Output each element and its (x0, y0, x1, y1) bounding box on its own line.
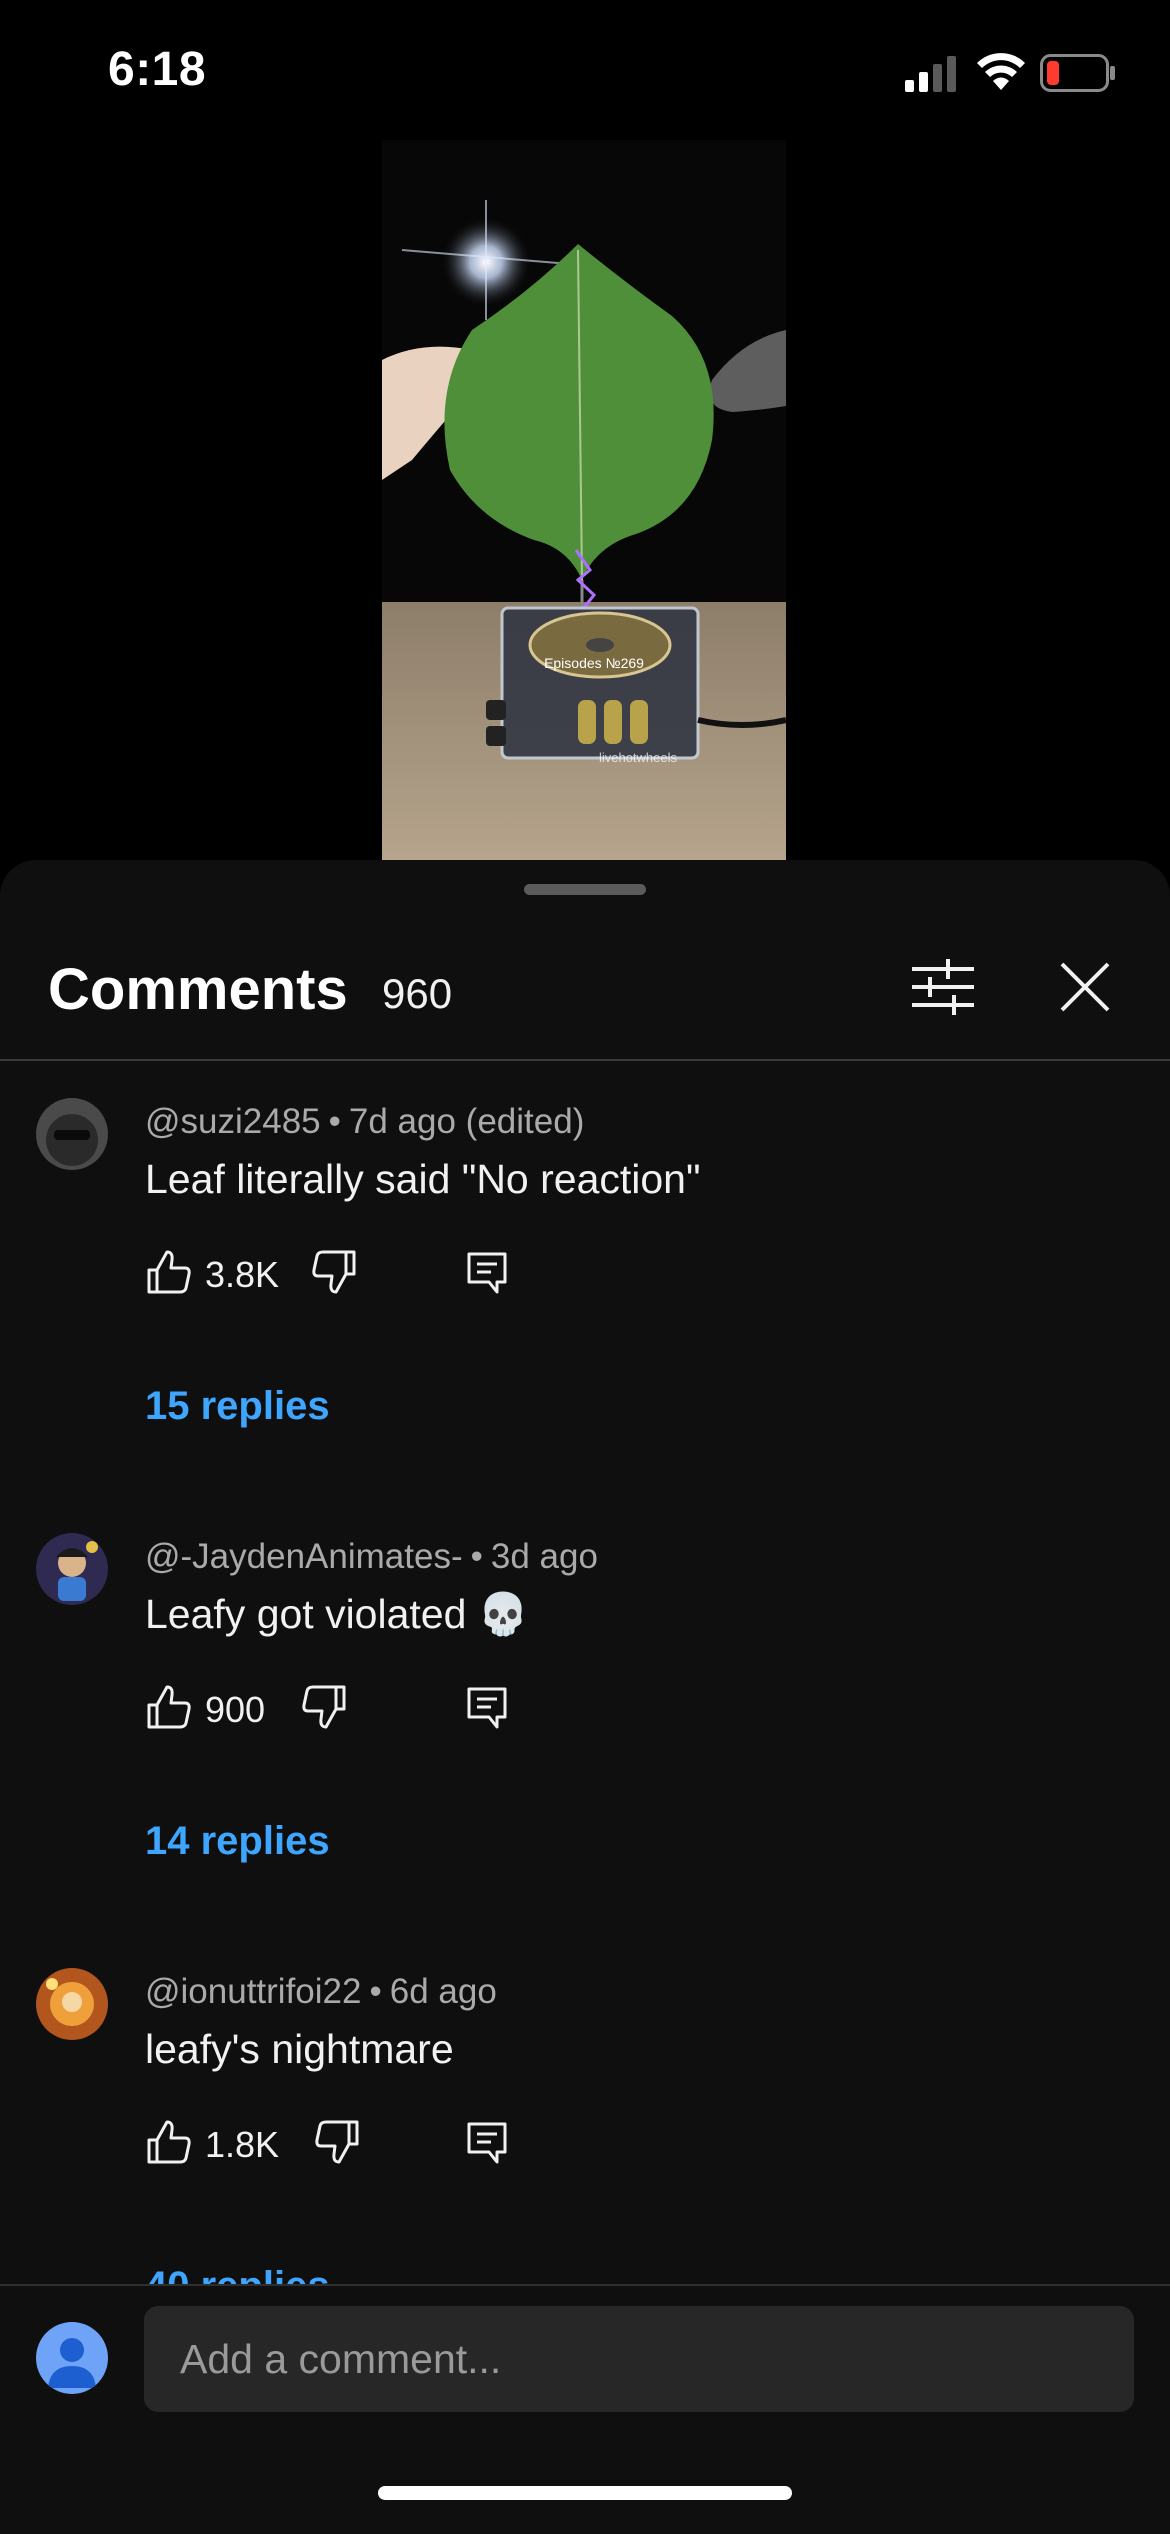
comment-item: @-JaydenAnimates- • 3d ago Leafy got viola… (0, 1533, 1170, 1953)
comment-meta: @ionuttrifoi22 • 6d ago (145, 1972, 497, 2011)
comments-title: Comments (48, 957, 348, 1022)
add-comment-input[interactable] (144, 2306, 1134, 2412)
filter-sort-icon[interactable] (908, 952, 978, 1022)
comment-author[interactable]: @suzi2485 (145, 1102, 321, 1141)
comment-actions: 3.8K (145, 1248, 745, 1308)
reply-comment-icon[interactable] (463, 1683, 511, 1731)
status-bar: 6:18 (0, 0, 1170, 140)
wifi-icon (977, 53, 1025, 90)
like-count: 900 (205, 1689, 266, 1730)
comment-time: 3d ago (490, 1537, 598, 1576)
comment-meta: @suzi2485 • 7d ago (edited) (145, 1102, 585, 1141)
thumbs-down-icon[interactable] (310, 1248, 358, 1296)
comment-time: 7d ago (edited) (348, 1102, 585, 1141)
close-icon[interactable] (1050, 952, 1120, 1022)
view-replies-link[interactable]: 15 replies (145, 1384, 330, 1429)
header-divider (0, 1059, 1170, 1061)
thumbs-up-icon[interactable] (145, 1683, 193, 1731)
thumbs-down-icon[interactable] (313, 2118, 361, 2166)
avatar[interactable] (36, 1098, 108, 1170)
reply-comment-icon[interactable] (463, 2118, 511, 2166)
comments-header: Comments 960 (0, 952, 1170, 1032)
cellular-signal-icon (905, 56, 956, 92)
status-time: 6:18 (108, 43, 207, 96)
comments-sheet: Comments 960 @suzi2485 • 7d ago (edited) L… (0, 860, 1170, 2532)
comment-author[interactable]: @ionuttrifoi22 (145, 1972, 361, 2011)
video-watermark: livehotwheels (599, 750, 678, 765)
thumbs-up-icon[interactable] (145, 1248, 193, 1296)
video-player[interactable]: Episodes №269 livehotwheels (382, 140, 786, 860)
view-replies-link[interactable]: 14 replies (145, 1819, 330, 1864)
comment-text: Leafy got violated 💀 (145, 1591, 529, 1637)
comment-item: @suzi2485 • 7d ago (edited) Leaf literally… (0, 1098, 1170, 1518)
comment-text: Leaf literally said "No reaction" (145, 1156, 701, 1202)
comment-actions: 900 (145, 1683, 745, 1743)
video-frame: Episodes №269 livehotwheels (382, 140, 786, 860)
thumbs-up-icon[interactable] (145, 2118, 193, 2166)
comments-count: 960 (382, 970, 453, 1017)
comment-meta: @-JaydenAnimates- • 3d ago (145, 1537, 598, 1576)
avatar[interactable] (36, 1968, 108, 2040)
like-count: 1.8K (205, 2124, 280, 2165)
comment-text: leafy's nightmare (145, 2026, 454, 2072)
home-indicator[interactable] (378, 2486, 792, 2500)
avatar[interactable] (36, 1533, 108, 1605)
reply-comment-icon[interactable] (463, 1248, 511, 1296)
user-avatar[interactable] (36, 2322, 108, 2394)
thumbs-down-icon[interactable] (300, 1683, 348, 1731)
sheet-drag-handle[interactable] (524, 884, 646, 895)
comment-time: 6d ago (389, 1972, 497, 2011)
battery-icon (1040, 54, 1115, 92)
video-overlay-label: Episodes №269 (544, 655, 644, 671)
like-count: 3.8K (205, 1254, 280, 1295)
comment-actions: 1.8K (145, 2118, 745, 2178)
comment-author[interactable]: @-JaydenAnimates- (145, 1537, 463, 1576)
